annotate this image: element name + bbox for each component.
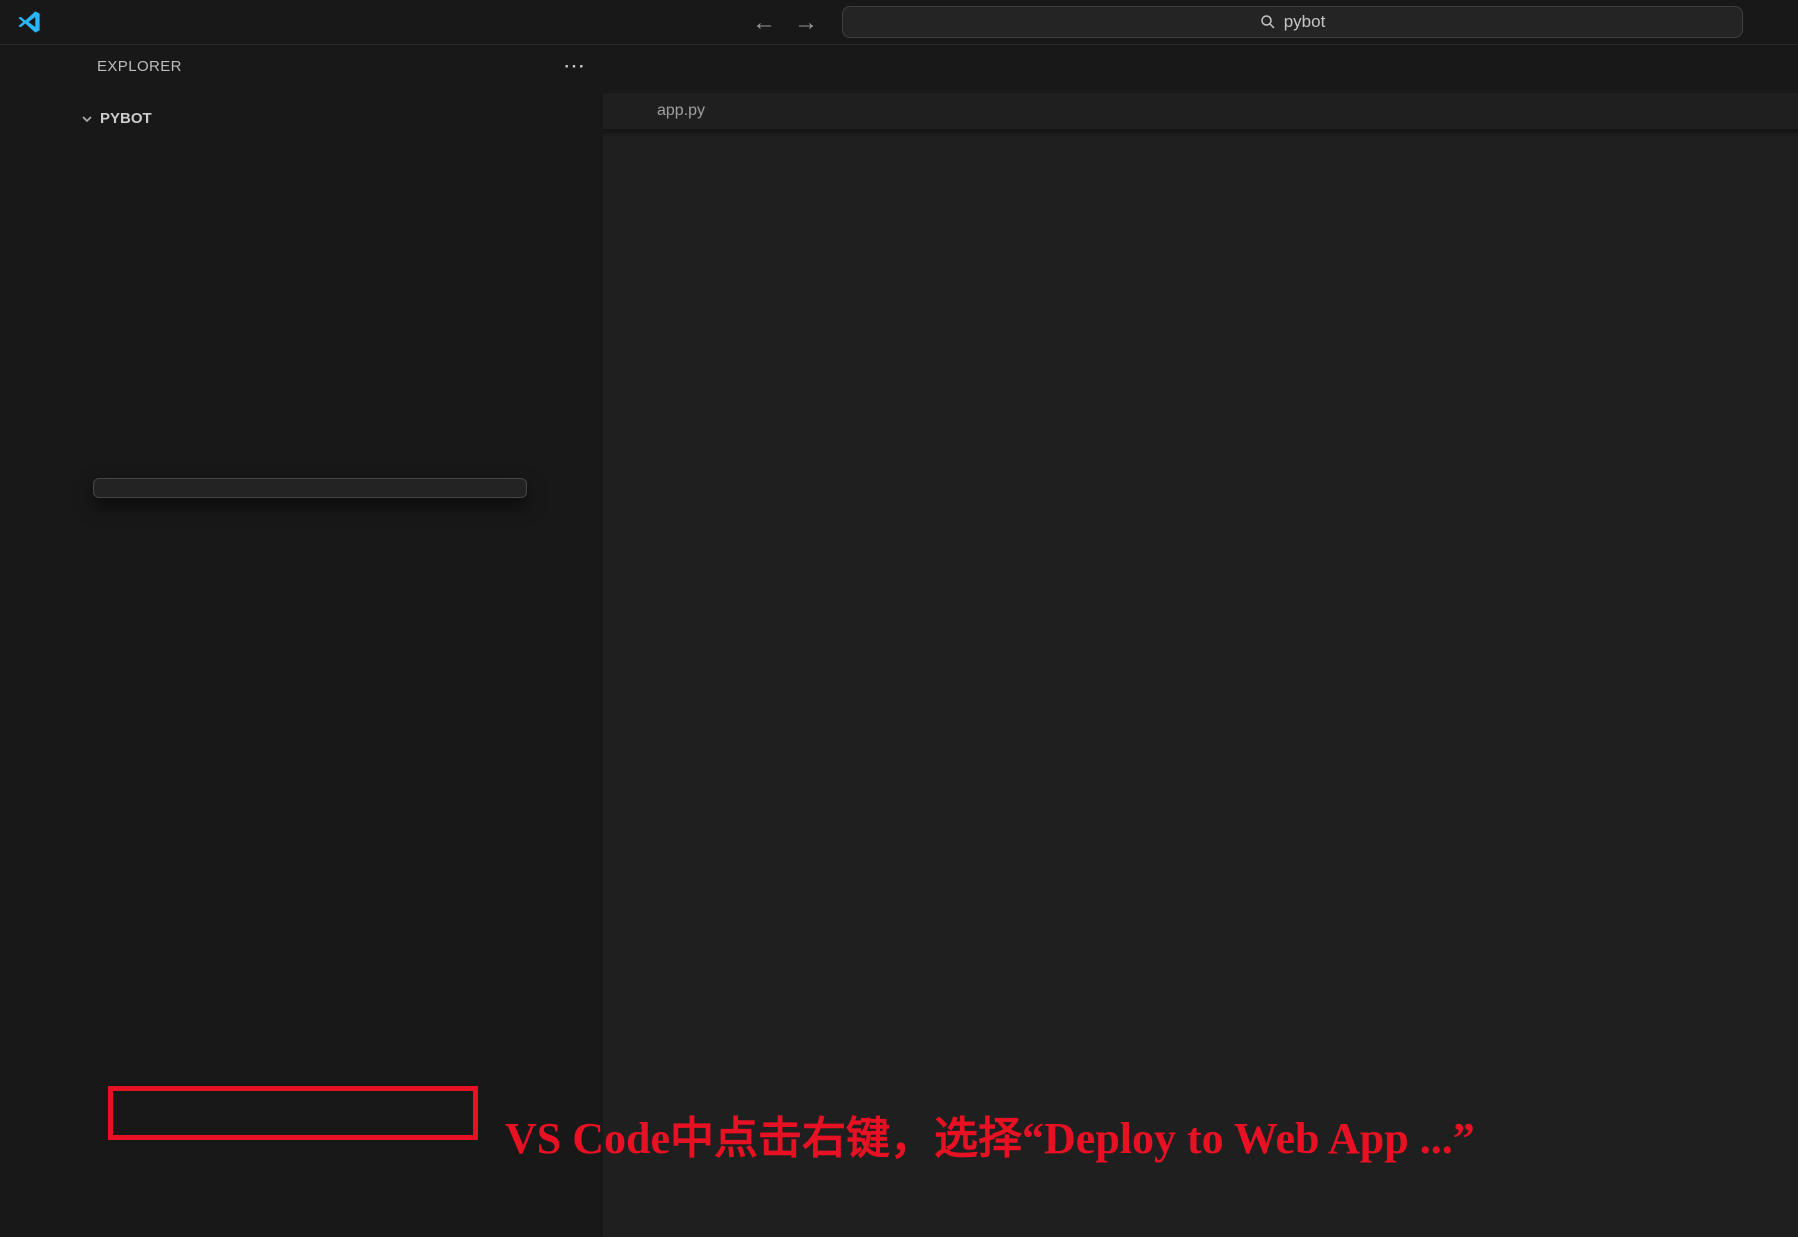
annotation-highlight-box	[108, 1086, 478, 1140]
explorer-more-actions-icon[interactable]: ⋯	[555, 55, 593, 77]
title-bar: ← → pybot	[0, 0, 1798, 45]
activity-bar	[0, 45, 62, 1237]
chevron-down-icon	[78, 111, 96, 127]
explorer-sidebar: EXPLORER ⋯ PYBOT	[62, 45, 603, 1237]
context-menu	[93, 478, 527, 498]
tree-root-pybot[interactable]: PYBOT	[62, 102, 603, 135]
back-arrow-icon[interactable]: ←	[752, 9, 776, 37]
search-value: pybot	[1284, 12, 1326, 32]
editor-area: app.py	[603, 45, 1798, 1237]
forward-arrow-icon[interactable]: →	[794, 9, 818, 37]
editor-tabs	[603, 45, 1798, 93]
breadcrumb[interactable]: app.py	[603, 93, 1798, 129]
command-center-search[interactable]: pybot	[842, 6, 1743, 38]
vscode-logo-icon	[16, 9, 42, 35]
scroll-shadow	[603, 129, 1798, 137]
breadcrumb-file: app.py	[657, 102, 705, 120]
explorer-title: EXPLORER	[97, 58, 555, 75]
search-icon	[1260, 14, 1276, 30]
annotation-text: VS Code中点击右键，选择“Deploy to Web App ...”	[505, 1102, 1475, 1166]
